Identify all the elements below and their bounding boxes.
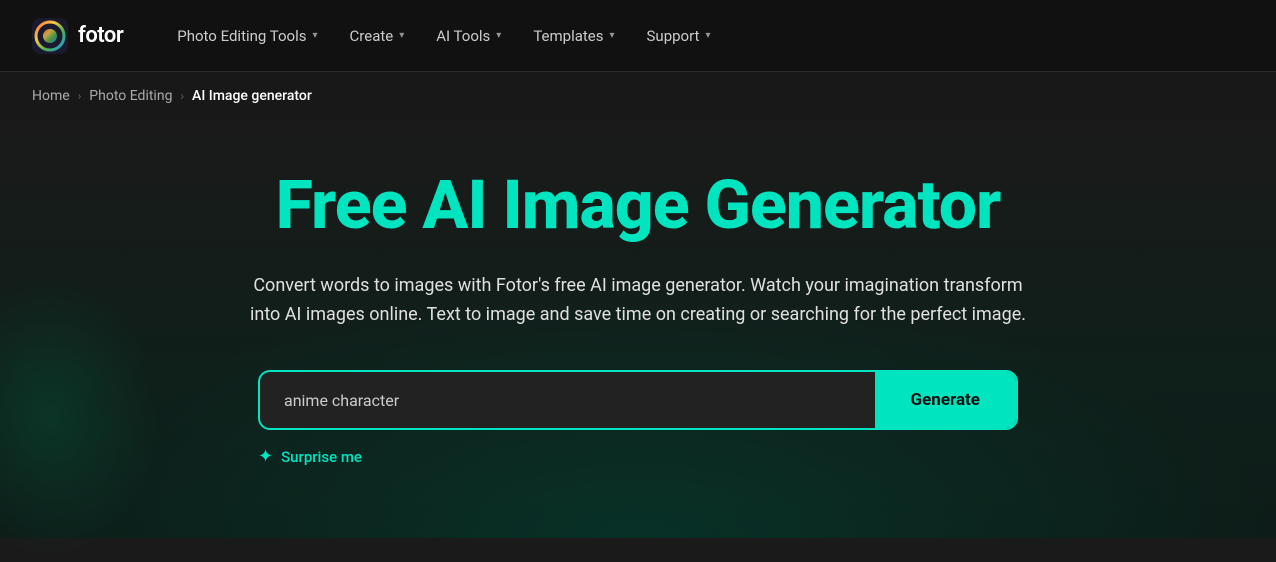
generate-button[interactable]: Generate xyxy=(875,372,1016,428)
breadcrumb-separator-1: › xyxy=(78,89,82,103)
logo-icon xyxy=(32,18,68,54)
breadcrumb: Home › Photo Editing › AI Image generato… xyxy=(0,72,1276,120)
nav-item-support[interactable]: Support ▾ xyxy=(633,19,725,53)
nav-item-ai-tools[interactable]: AI Tools ▾ xyxy=(422,19,515,53)
nav-item-templates[interactable]: Templates ▾ xyxy=(519,19,628,53)
chevron-down-icon: ▾ xyxy=(313,30,318,41)
surprise-me-button[interactable]: Surprise me xyxy=(281,448,362,466)
chevron-down-icon: ▾ xyxy=(609,30,614,41)
logo[interactable]: fotor xyxy=(32,18,123,54)
surprise-row: ✦ Surprise me xyxy=(258,446,362,467)
page-title: Free AI Image Generator xyxy=(276,168,1001,243)
chevron-down-icon: ▾ xyxy=(496,30,501,41)
search-box: Generate xyxy=(258,370,1018,430)
chevron-down-icon: ▾ xyxy=(705,30,710,41)
hero-section: Free AI Image Generator Convert words to… xyxy=(0,120,1276,538)
logo-text: fotor xyxy=(78,23,123,48)
breadcrumb-photo-editing[interactable]: Photo Editing xyxy=(89,88,172,104)
chevron-down-icon: ▾ xyxy=(399,30,404,41)
nav-items: Photo Editing Tools ▾ Create ▾ AI Tools … xyxy=(163,19,724,53)
breadcrumb-separator-2: › xyxy=(180,89,184,103)
page-description: Convert words to images with Fotor's fre… xyxy=(248,271,1028,330)
nav-item-create[interactable]: Create ▾ xyxy=(336,19,419,53)
nav-item-photo-editing-tools[interactable]: Photo Editing Tools ▾ xyxy=(163,19,331,53)
breadcrumb-home[interactable]: Home xyxy=(32,88,70,104)
search-input[interactable] xyxy=(260,373,875,428)
breadcrumb-current: AI Image generator xyxy=(192,88,312,104)
sparkle-icon: ✦ xyxy=(258,446,273,467)
main-nav: fotor Photo Editing Tools ▾ Create ▾ AI … xyxy=(0,0,1276,72)
